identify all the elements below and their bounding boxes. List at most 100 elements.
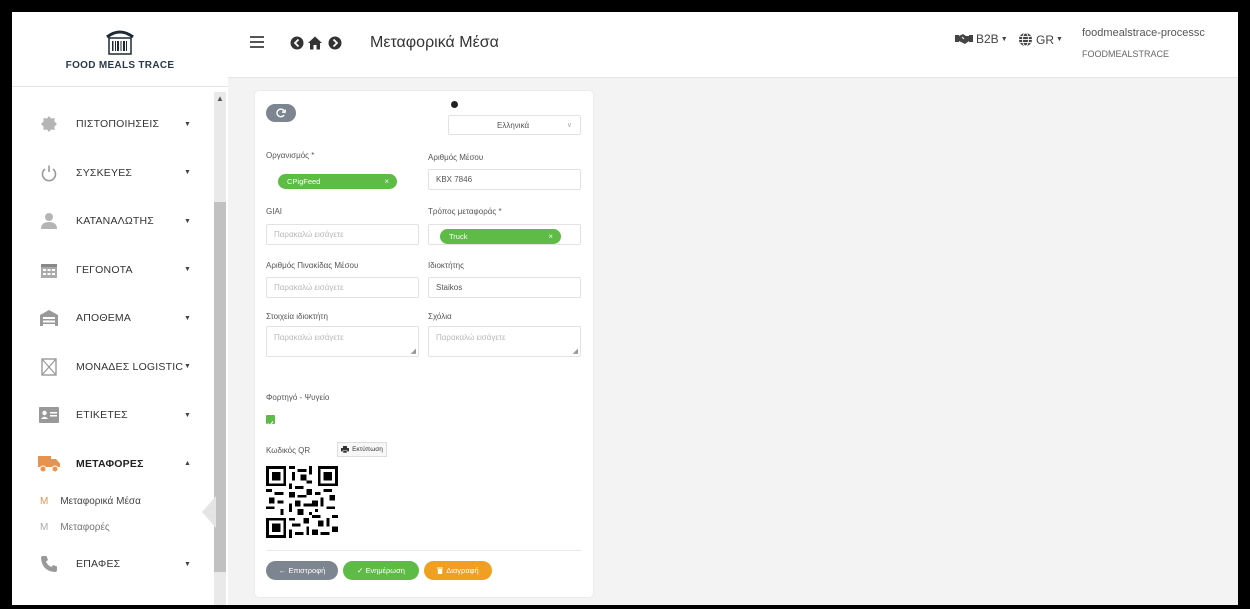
globe-icon (1019, 32, 1032, 47)
power-icon (38, 162, 60, 184)
sidebar-subitem-vehicles[interactable]: M Μεταφορικά Μέσα (12, 488, 214, 514)
resize-handle-icon[interactable]: ◢ (573, 347, 578, 355)
sidebar-subitem-label: Μεταφορές (60, 521, 110, 533)
sidebar-item-labels[interactable]: ΕΤΙΚΕΤΕΣ ▼ (12, 391, 214, 440)
sidebar-item-events[interactable]: ΓΕΓΟΝΟΤΑ ▼ (12, 246, 214, 295)
fridge-truck-checkbox[interactable] (266, 415, 275, 427)
organization-tag[interactable]: CPigFeed × (278, 174, 397, 189)
sidebar-item-label: ΑΠΟΘΕΜΑ (76, 312, 132, 325)
language-dropdown[interactable]: GR ▼ (1018, 32, 1063, 47)
chevron-down-icon: ▼ (184, 217, 191, 225)
chevron-down-icon: ▼ (184, 560, 191, 568)
remove-tag-icon[interactable]: × (384, 177, 389, 186)
sidebar-item-label: ΚΑΤΑΝΑΛΩΤΗΣ (76, 215, 155, 228)
caret-down-icon: ▼ (1000, 35, 1008, 43)
user-name[interactable]: foodmealstrace-processc (1082, 27, 1205, 39)
refresh-button[interactable] (266, 104, 296, 122)
forward-arrow-icon[interactable] (328, 36, 342, 50)
box-icon (38, 356, 60, 378)
form-divider (266, 550, 582, 551)
comments-textarea[interactable]: Παρακαλώ εισάγετε ◢ (428, 326, 581, 357)
sidebar-item-stock[interactable]: ΑΠΟΘΕΜΑ ▼ (12, 294, 214, 343)
id-card-icon (38, 404, 60, 426)
owner-info-label: Στοιχεία ιδιοκτήτη (266, 312, 328, 321)
sidebar-item-logistic-units[interactable]: ΜΟΝΑΔΕΣ LOGISTIC ▼ (12, 343, 214, 392)
top-bar: Μεταφορικά Μέσα B2B ▼ GR ▼ foodmealstrace-… (228, 12, 1238, 78)
home-icon[interactable] (308, 36, 322, 50)
sidebar-item-label: ΣΥΣΚΕΥΕΣ (76, 166, 133, 179)
chevron-down-icon: ▼ (184, 314, 191, 322)
organization-label: Οργανισμός * (266, 151, 315, 160)
plate-number-label: Αριθμός Πινακίδας Μέσου (266, 261, 359, 270)
app-window: FOOD MEALS TRACE ΠΙΣΤΟΠΟΙΗΣΕΙΣ ▼ ΣΥΣΚΕΥΕ… (12, 12, 1238, 605)
comments-placeholder: Παρακαλώ εισάγετε (436, 333, 506, 342)
language-select[interactable]: Ελληνικά ∨ (448, 115, 581, 135)
sidebar-item-label: ΓΕΓΟΝΟΤΑ (76, 263, 133, 276)
sidebar-item-label: ΕΠΑΦΕΣ (76, 558, 121, 571)
delete-button-label: Διαγραφή (446, 566, 479, 575)
owner-label: Ιδιοκτήτης (428, 261, 464, 270)
resize-handle-icon[interactable]: ◢ (411, 347, 416, 355)
info-icon[interactable] (451, 101, 458, 108)
vehicle-form-card: Ελληνικά ∨ Οργανισμός * CPigFeed × Αριθμ… (255, 91, 593, 597)
badge-icon (38, 113, 60, 135)
delete-button[interactable]: Διαγραφή (424, 561, 492, 580)
b2b-dropdown[interactable]: B2B ▼ (955, 32, 1008, 46)
sidebar-item-contacts[interactable]: ΕΠΑΦΕΣ ▼ (12, 540, 214, 589)
chevron-down-icon: ▼ (184, 266, 191, 274)
vehicle-number-field[interactable]: KBX 7846 (428, 169, 581, 190)
vehicle-number-label: Αριθμός Μέσου (428, 153, 484, 162)
transport-mode-label: Τρόπος μεταφοράς * (428, 207, 502, 216)
sidebar-item-devices[interactable]: ΣΥΣΚΕΥΕΣ ▼ (12, 149, 214, 198)
transport-mode-tag[interactable]: Truck × (440, 229, 561, 244)
sidebar-subitem-transfers[interactable]: M Μεταφορές (12, 514, 214, 540)
brand-logo[interactable]: FOOD MEALS TRACE (12, 12, 228, 87)
scroll-up-arrow-icon[interactable]: ▲ (216, 94, 224, 103)
remove-tag-icon[interactable]: × (548, 232, 553, 241)
caret-down-icon: ▼ (1056, 36, 1063, 43)
language-select-value: Ελληνικά (497, 120, 530, 130)
menu-toggle-icon[interactable] (250, 36, 264, 51)
qr-code-image (266, 466, 338, 538)
comments-label: Σχόλια (428, 312, 452, 321)
user-icon (38, 210, 60, 232)
qr-code-label: Κωδικός QR (266, 446, 311, 455)
sidebar-item-label: ΕΤΙΚΕΤΕΣ (76, 409, 128, 422)
check-icon (267, 421, 274, 427)
sidebar-item-transports[interactable]: ΜΕΤΑΦΟΡΕΣ ▲ (12, 440, 214, 489)
sidebar-item-consumer[interactable]: ΚΑΤΑΝΑΛΩΤΗΣ ▼ (12, 197, 214, 246)
active-item-indicator (202, 496, 216, 528)
handshake-icon (955, 34, 973, 44)
warehouse-icon (38, 307, 60, 329)
giai-label: GIAI (266, 207, 283, 216)
update-button[interactable]: ✓ Ενημέρωση (343, 561, 419, 580)
fridge-truck-label: Φορτηγό - Ψυγείο (266, 393, 330, 402)
barcode-logo-icon (106, 30, 134, 55)
page-title: Μεταφορικά Μέσα (370, 34, 499, 51)
chevron-down-icon: ▼ (184, 363, 191, 371)
sidebar-nav: ΠΙΣΤΟΠΟΙΗΣΕΙΣ ▼ ΣΥΣΚΕΥΕΣ ▼ ΚΑΤΑΝΑΛΩΤΗΣ ▼ (12, 92, 214, 589)
refresh-icon (276, 108, 286, 118)
chevron-down-icon: ∨ (566, 122, 572, 129)
print-button[interactable]: Εκτύπωση (337, 442, 387, 457)
organization-tag-text: CPigFeed (287, 177, 321, 186)
sidebar-subitem-label: Μεταφορικά Μέσα (60, 495, 141, 507)
back-arrow-icon[interactable] (290, 36, 304, 50)
owner-info-textarea[interactable]: Παρακαλώ εισάγετε ◢ (266, 326, 419, 357)
sidebar-item-label: ΜΟΝΑΔΕΣ LOGISTIC (76, 360, 184, 373)
calendar-icon (38, 259, 60, 281)
chevron-up-icon: ▲ (184, 460, 191, 468)
phone-icon (38, 553, 60, 575)
plate-number-field[interactable]: Παρακαλώ εισάγετε (266, 277, 419, 298)
printer-icon (341, 446, 350, 453)
sidebar-item-label: ΜΕΤΑΦΟΡΕΣ (76, 457, 144, 470)
submenu-marker: M (40, 521, 49, 533)
owner-info-placeholder: Παρακαλώ εισάγετε (274, 333, 344, 342)
giai-field[interactable]: Παρακαλώ εισάγετε (266, 224, 419, 245)
owner-field[interactable]: Staikos (428, 277, 581, 298)
truck-icon (38, 453, 60, 475)
transport-mode-tag-text: Truck (449, 232, 468, 241)
sidebar-item-certifications[interactable]: ΠΙΣΤΟΠΟΙΗΣΕΙΣ ▼ (12, 100, 214, 149)
print-button-label: Εκτύπωση (352, 446, 383, 453)
back-button[interactable]: ← Επιστροφή (266, 561, 338, 580)
